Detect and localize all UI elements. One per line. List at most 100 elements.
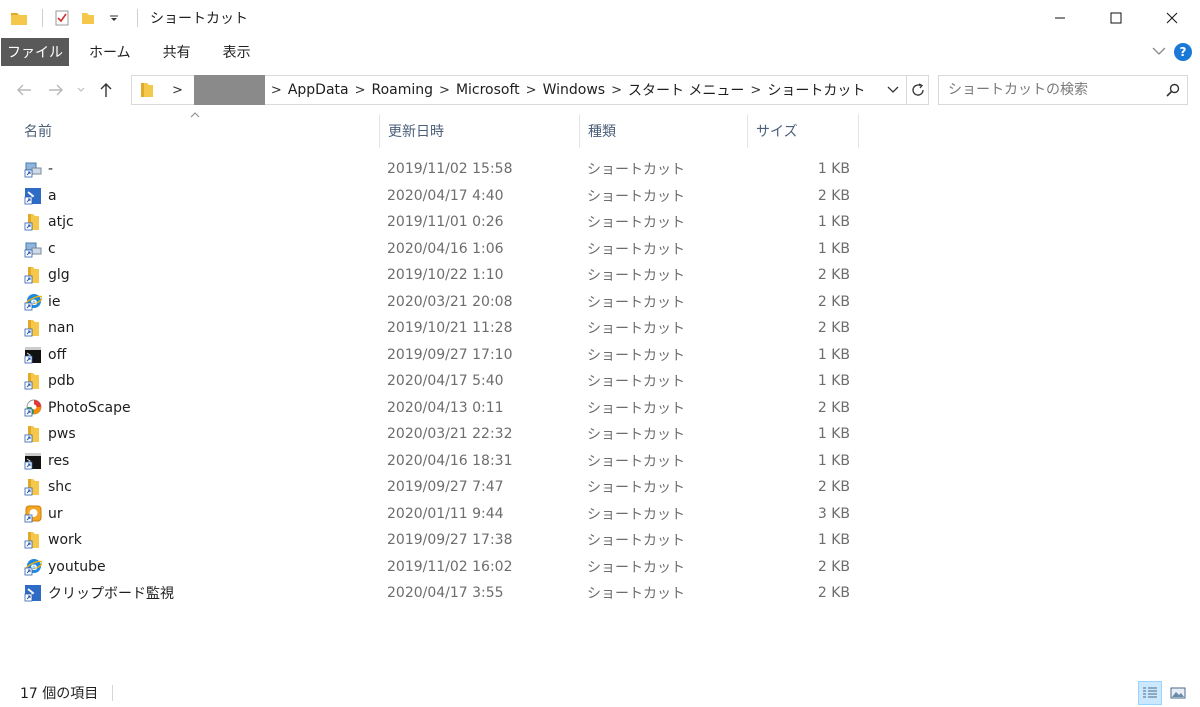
folder-icon[interactable] xyxy=(8,7,30,29)
folder-shortcut-icon xyxy=(23,262,43,289)
breadcrumb-windows[interactable]: Windows xyxy=(543,82,606,98)
column-header-name[interactable]: 名前 xyxy=(16,114,380,148)
file-row[interactable]: shc 2019/09/27 7:47 ショートカット 2 KB xyxy=(0,474,1200,501)
address-dropdown-button[interactable] xyxy=(882,76,904,104)
breadcrumb-start-menu[interactable]: スタート メニュー xyxy=(628,80,744,100)
file-name[interactable]: ur xyxy=(48,501,63,528)
file-size: 2 KB xyxy=(817,585,850,602)
file-name[interactable]: work xyxy=(48,527,82,554)
column-headers: 名前 更新日時 種類 サイズ xyxy=(0,112,1200,148)
toolbar-divider xyxy=(137,9,138,27)
file-size: 2 KB xyxy=(817,399,850,416)
maximize-button[interactable] xyxy=(1088,0,1144,36)
column-header-size[interactable]: サイズ xyxy=(748,114,859,148)
folder-shortcut-icon xyxy=(23,368,43,395)
file-type: ショートカット xyxy=(587,215,685,232)
toolbar-divider xyxy=(42,9,43,27)
customize-qat-icon[interactable] xyxy=(103,7,125,29)
close-button[interactable] xyxy=(1144,0,1200,36)
file-date: 2020/03/21 22:32 xyxy=(387,426,513,443)
large-icons-view-icon xyxy=(1170,687,1186,698)
file-name[interactable]: shc xyxy=(48,474,72,501)
file-size: 1 KB xyxy=(817,214,850,231)
tab-home[interactable]: ホーム xyxy=(73,38,147,66)
status-divider xyxy=(112,684,114,701)
file-name[interactable]: pws xyxy=(48,421,76,448)
breadcrumb-separator-icon[interactable]: > xyxy=(172,83,183,98)
file-row[interactable]: - 2019/11/02 15:58 ショートカット 1 KB xyxy=(0,156,1200,183)
file-name[interactable]: クリップボード監視 xyxy=(48,580,174,607)
file-row[interactable]: pdb 2020/04/17 5:40 ショートカット 1 KB xyxy=(0,368,1200,395)
new-folder-icon[interactable] xyxy=(77,7,99,29)
breadcrumb-separator-icon[interactable]: > xyxy=(750,83,761,98)
folder-shortcut-icon xyxy=(23,474,43,501)
file-type: ショートカット xyxy=(587,506,685,523)
file-name[interactable]: off xyxy=(48,342,66,369)
breadcrumb-shortcut[interactable]: ショートカット xyxy=(767,80,865,100)
forward-button[interactable] xyxy=(40,74,72,106)
file-row[interactable]: ur 2020/01/11 9:44 ショートカット 3 KB xyxy=(0,501,1200,528)
file-name[interactable]: res xyxy=(48,448,69,475)
breadcrumb-separator-icon[interactable]: > xyxy=(355,83,366,98)
file-row[interactable]: c 2020/04/16 1:06 ショートカット 1 KB xyxy=(0,236,1200,263)
file-name[interactable]: a xyxy=(48,183,57,210)
file-size: 1 KB xyxy=(817,346,850,363)
file-type: ショートカット xyxy=(587,427,685,444)
file-row[interactable]: nan 2019/10/21 11:28 ショートカット 2 KB xyxy=(0,315,1200,342)
file-row[interactable]: クリップボード監視 2020/04/17 3:55 ショートカット 2 KB xyxy=(0,580,1200,607)
file-row[interactable]: e youtube 2019/11/02 16:02 ショートカット 2 KB xyxy=(0,554,1200,581)
refresh-button[interactable] xyxy=(906,76,928,104)
up-button[interactable] xyxy=(90,74,122,106)
file-row[interactable]: work 2019/09/27 17:38 ショートカット 1 KB xyxy=(0,527,1200,554)
tab-view[interactable]: 表示 xyxy=(207,38,267,66)
file-row[interactable]: off 2019/09/27 17:10 ショートカット 1 KB xyxy=(0,342,1200,369)
breadcrumb-separator-icon[interactable]: > xyxy=(526,83,537,98)
back-button[interactable] xyxy=(8,74,40,106)
breadcrumb-appdata[interactable]: AppData xyxy=(288,82,349,98)
address-bar[interactable]: > > AppData > Roaming > Microsoft > Wind… xyxy=(131,75,929,105)
expand-ribbon-icon[interactable] xyxy=(1152,44,1166,60)
file-row[interactable]: a 2020/04/17 4:40 ショートカット 2 KB xyxy=(0,183,1200,210)
properties-icon[interactable] xyxy=(51,7,73,29)
tab-file[interactable]: ファイル xyxy=(1,38,69,66)
help-icon[interactable]: ? xyxy=(1174,43,1192,61)
recent-locations-button[interactable] xyxy=(72,74,90,106)
quick-access-toolbar: ショートカット xyxy=(0,0,248,36)
file-row[interactable]: e ie 2020/03/21 20:08 ショートカット 2 KB xyxy=(0,289,1200,316)
file-type: ショートカット xyxy=(587,241,685,258)
file-name[interactable]: nan xyxy=(48,315,74,342)
file-name[interactable]: ie xyxy=(48,289,61,316)
column-header-date[interactable]: 更新日時 xyxy=(380,114,580,148)
file-name[interactable]: PhotoScape xyxy=(48,395,131,422)
breadcrumb-microsoft[interactable]: Microsoft xyxy=(456,82,520,98)
search-icon[interactable] xyxy=(1159,76,1187,104)
back-arrow-icon xyxy=(17,84,31,96)
file-name[interactable]: - xyxy=(48,156,53,183)
column-header-type[interactable]: 種類 xyxy=(580,114,748,148)
ie-shortcut-icon: e xyxy=(23,554,43,581)
file-row[interactable]: res 2020/04/16 18:31 ショートカット 1 KB xyxy=(0,448,1200,475)
forward-arrow-icon xyxy=(49,84,63,96)
network-shortcut-icon xyxy=(23,156,43,183)
file-row[interactable]: glg 2019/10/22 1:10 ショートカット 2 KB xyxy=(0,262,1200,289)
folder-shortcut-icon xyxy=(23,421,43,448)
breadcrumb-separator-icon[interactable]: > xyxy=(271,83,282,98)
file-name[interactable]: glg xyxy=(48,262,70,289)
file-name[interactable]: c xyxy=(48,236,56,263)
file-name[interactable]: pdb xyxy=(48,368,75,395)
file-type: ショートカット xyxy=(587,586,685,603)
file-row[interactable]: PhotoScape 2020/04/13 0:11 ショートカット 2 KB xyxy=(0,395,1200,422)
breadcrumb-roaming[interactable]: Roaming xyxy=(372,82,434,98)
large-icons-view-button[interactable] xyxy=(1166,681,1190,705)
file-name[interactable]: atjc xyxy=(48,209,74,236)
file-row[interactable]: atjc 2019/11/01 0:26 ショートカット 1 KB xyxy=(0,209,1200,236)
details-view-button[interactable] xyxy=(1138,680,1162,705)
cmd-shortcut-icon xyxy=(23,448,43,475)
breadcrumb-separator-icon[interactable]: > xyxy=(611,83,622,98)
tab-share[interactable]: 共有 xyxy=(147,38,207,66)
search-input[interactable] xyxy=(939,76,1159,104)
breadcrumb-separator-icon[interactable]: > xyxy=(439,83,450,98)
file-name[interactable]: youtube xyxy=(48,554,106,581)
minimize-button[interactable] xyxy=(1032,0,1088,36)
file-row[interactable]: pws 2020/03/21 22:32 ショートカット 1 KB xyxy=(0,421,1200,448)
